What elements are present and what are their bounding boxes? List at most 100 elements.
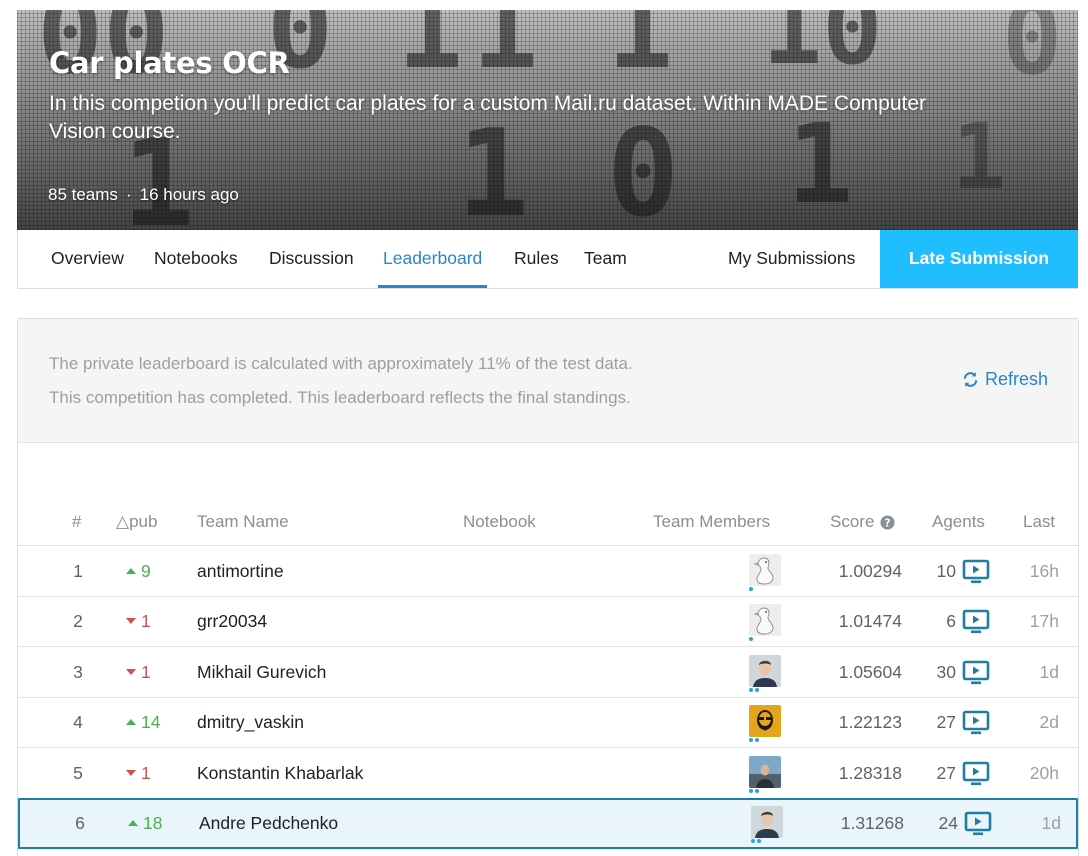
score: 1.01474 <box>838 611 902 631</box>
tab-discussion[interactable]: Discussion <box>269 230 354 288</box>
refresh-button[interactable]: Refresh <box>962 369 1048 390</box>
delta-value: 14 <box>141 712 161 732</box>
arrow-up-icon <box>126 568 136 574</box>
team-member[interactable] <box>749 705 781 742</box>
rank: 2 <box>73 611 83 631</box>
avatar[interactable] <box>751 806 783 838</box>
last-submission: 1d <box>1041 813 1061 833</box>
leaderboard-row[interactable]: 3 1 Mikhail Gurevich 1.05604 30 1d <box>18 647 1078 698</box>
team-name[interactable]: antimortine <box>197 546 284 596</box>
col-score-label: Score <box>830 512 875 531</box>
avatar[interactable] <box>749 655 781 687</box>
leaderboard-notice: The private leaderboard is calculated wi… <box>18 319 1078 443</box>
delta-change: 18 <box>128 798 168 848</box>
agent-play-icon[interactable] <box>962 710 990 736</box>
avatar[interactable] <box>749 604 781 636</box>
member-tiers <box>751 839 761 844</box>
agents-play-button[interactable] <box>962 609 990 635</box>
arrow-up-icon <box>126 719 136 725</box>
tier-dot <box>751 839 755 843</box>
leaderboard-row[interactable]: 5 1 Konstantin Khabarlak 1.28318 27 20h <box>18 748 1078 799</box>
avatar[interactable] <box>749 705 781 737</box>
col-team-name: Team Name <box>197 512 289 531</box>
tier-dot <box>755 688 759 692</box>
delta-value: 18 <box>143 813 163 833</box>
col-score: Score ? <box>830 512 895 532</box>
member-tiers <box>749 637 753 642</box>
tier-dot <box>749 738 753 742</box>
agents-play-button[interactable] <box>962 559 990 585</box>
help-icon[interactable]: ? <box>880 514 895 530</box>
svg-text:?: ? <box>885 517 891 529</box>
tier-dot <box>757 839 761 843</box>
agents-play-button[interactable] <box>962 660 990 686</box>
competition-subtitle: In this competion you'll predict car pla… <box>49 92 927 143</box>
agents-count: 27 <box>936 763 956 783</box>
tab-overview[interactable]: Overview <box>51 230 124 288</box>
refresh-label: Refresh <box>984 369 1048 389</box>
team-name[interactable]: dmitry_vaskin <box>197 697 304 747</box>
agent-play-icon[interactable] <box>962 609 990 635</box>
last-submission: 20h <box>1029 763 1059 783</box>
agent-play-icon[interactable] <box>962 559 990 585</box>
agent-play-icon[interactable] <box>962 660 990 686</box>
leaderboard-row[interactable]: 4 14 dmitry_vaskin 1.22123 27 2d <box>18 697 1078 748</box>
team-member[interactable] <box>749 554 781 591</box>
arrow-down-icon <box>126 770 136 776</box>
agents-play-button[interactable] <box>962 761 990 787</box>
leaderboard-row-current-user[interactable]: 6 18 Andre Pedchenko 1.31268 24 1d <box>18 798 1078 849</box>
team-name[interactable]: Andre Pedchenko <box>199 798 338 848</box>
tier-dot <box>749 789 753 793</box>
arrow-down-icon <box>126 669 136 675</box>
leaderboard-row[interactable]: 1 9 antimortine 1.00294 10 16h <box>18 546 1078 597</box>
avatar[interactable] <box>749 756 781 788</box>
tab-team[interactable]: Team <box>584 230 627 288</box>
leaderboard-panel: The private leaderboard is calculated wi… <box>17 318 1079 856</box>
delta-value: 1 <box>141 662 151 682</box>
tab-notebooks[interactable]: Notebooks <box>154 230 238 288</box>
teams-count: 85 teams <box>48 185 118 204</box>
agents-play-button[interactable] <box>962 710 990 736</box>
tab-leaderboard[interactable]: Leaderboard <box>378 230 488 288</box>
late-submission-button[interactable]: Late Submission <box>880 230 1078 288</box>
team-member[interactable] <box>749 604 781 641</box>
arrow-up-icon <box>128 820 138 826</box>
delta-value: 1 <box>141 763 151 783</box>
agents-count: 24 <box>938 813 958 833</box>
col-agents: Agents <box>932 512 985 531</box>
competition-meta: 85 teams · 16 hours ago <box>48 185 239 205</box>
delta-change: 14 <box>126 697 166 747</box>
team-name[interactable]: grr20034 <box>197 596 267 646</box>
agents-count: 27 <box>936 712 956 732</box>
agents-count: 6 <box>946 611 956 631</box>
team-name[interactable]: Mikhail Gurevich <box>197 647 326 697</box>
col-notebook: Notebook <box>463 512 536 531</box>
rank: 4 <box>73 712 83 732</box>
team-member[interactable] <box>749 655 781 692</box>
last-submission: 17h <box>1029 611 1059 631</box>
competition-tabs: Overview Notebooks Discussion Leaderboar… <box>17 230 1078 289</box>
delta-value: 9 <box>141 561 151 581</box>
agents-count: 10 <box>936 561 956 581</box>
competition-header: 00 0 1 1 1 10 0 1 1 0 1 1 Car plates OCR… <box>17 10 1078 230</box>
rank: 6 <box>75 813 85 833</box>
score: 1.28318 <box>838 763 902 783</box>
avatar[interactable] <box>749 554 781 586</box>
last-submission: 1d <box>1039 662 1059 682</box>
team-member[interactable] <box>751 806 783 843</box>
agents-play-button[interactable] <box>964 811 992 837</box>
tab-my-submissions[interactable]: My Submissions <box>728 230 855 288</box>
rank: 3 <box>73 662 83 682</box>
agent-play-icon[interactable] <box>964 811 992 837</box>
team-member[interactable] <box>749 756 781 793</box>
agent-play-icon[interactable] <box>962 761 990 787</box>
leaderboard-header: # △pub Team Name Notebook Team Members S… <box>18 512 1078 546</box>
delta-value: 1 <box>141 611 151 631</box>
updated-time: 16 hours ago <box>139 185 239 204</box>
completion-note: This competition has completed. This lea… <box>49 388 631 407</box>
leaderboard-row[interactable]: 2 1 grr20034 1.01474 6 17h <box>18 596 1078 647</box>
team-name[interactable]: Konstantin Khabarlak <box>197 748 363 798</box>
score: 1.31268 <box>840 813 904 833</box>
tab-rules[interactable]: Rules <box>514 230 559 288</box>
competition-title: Car plates OCR <box>49 46 290 80</box>
